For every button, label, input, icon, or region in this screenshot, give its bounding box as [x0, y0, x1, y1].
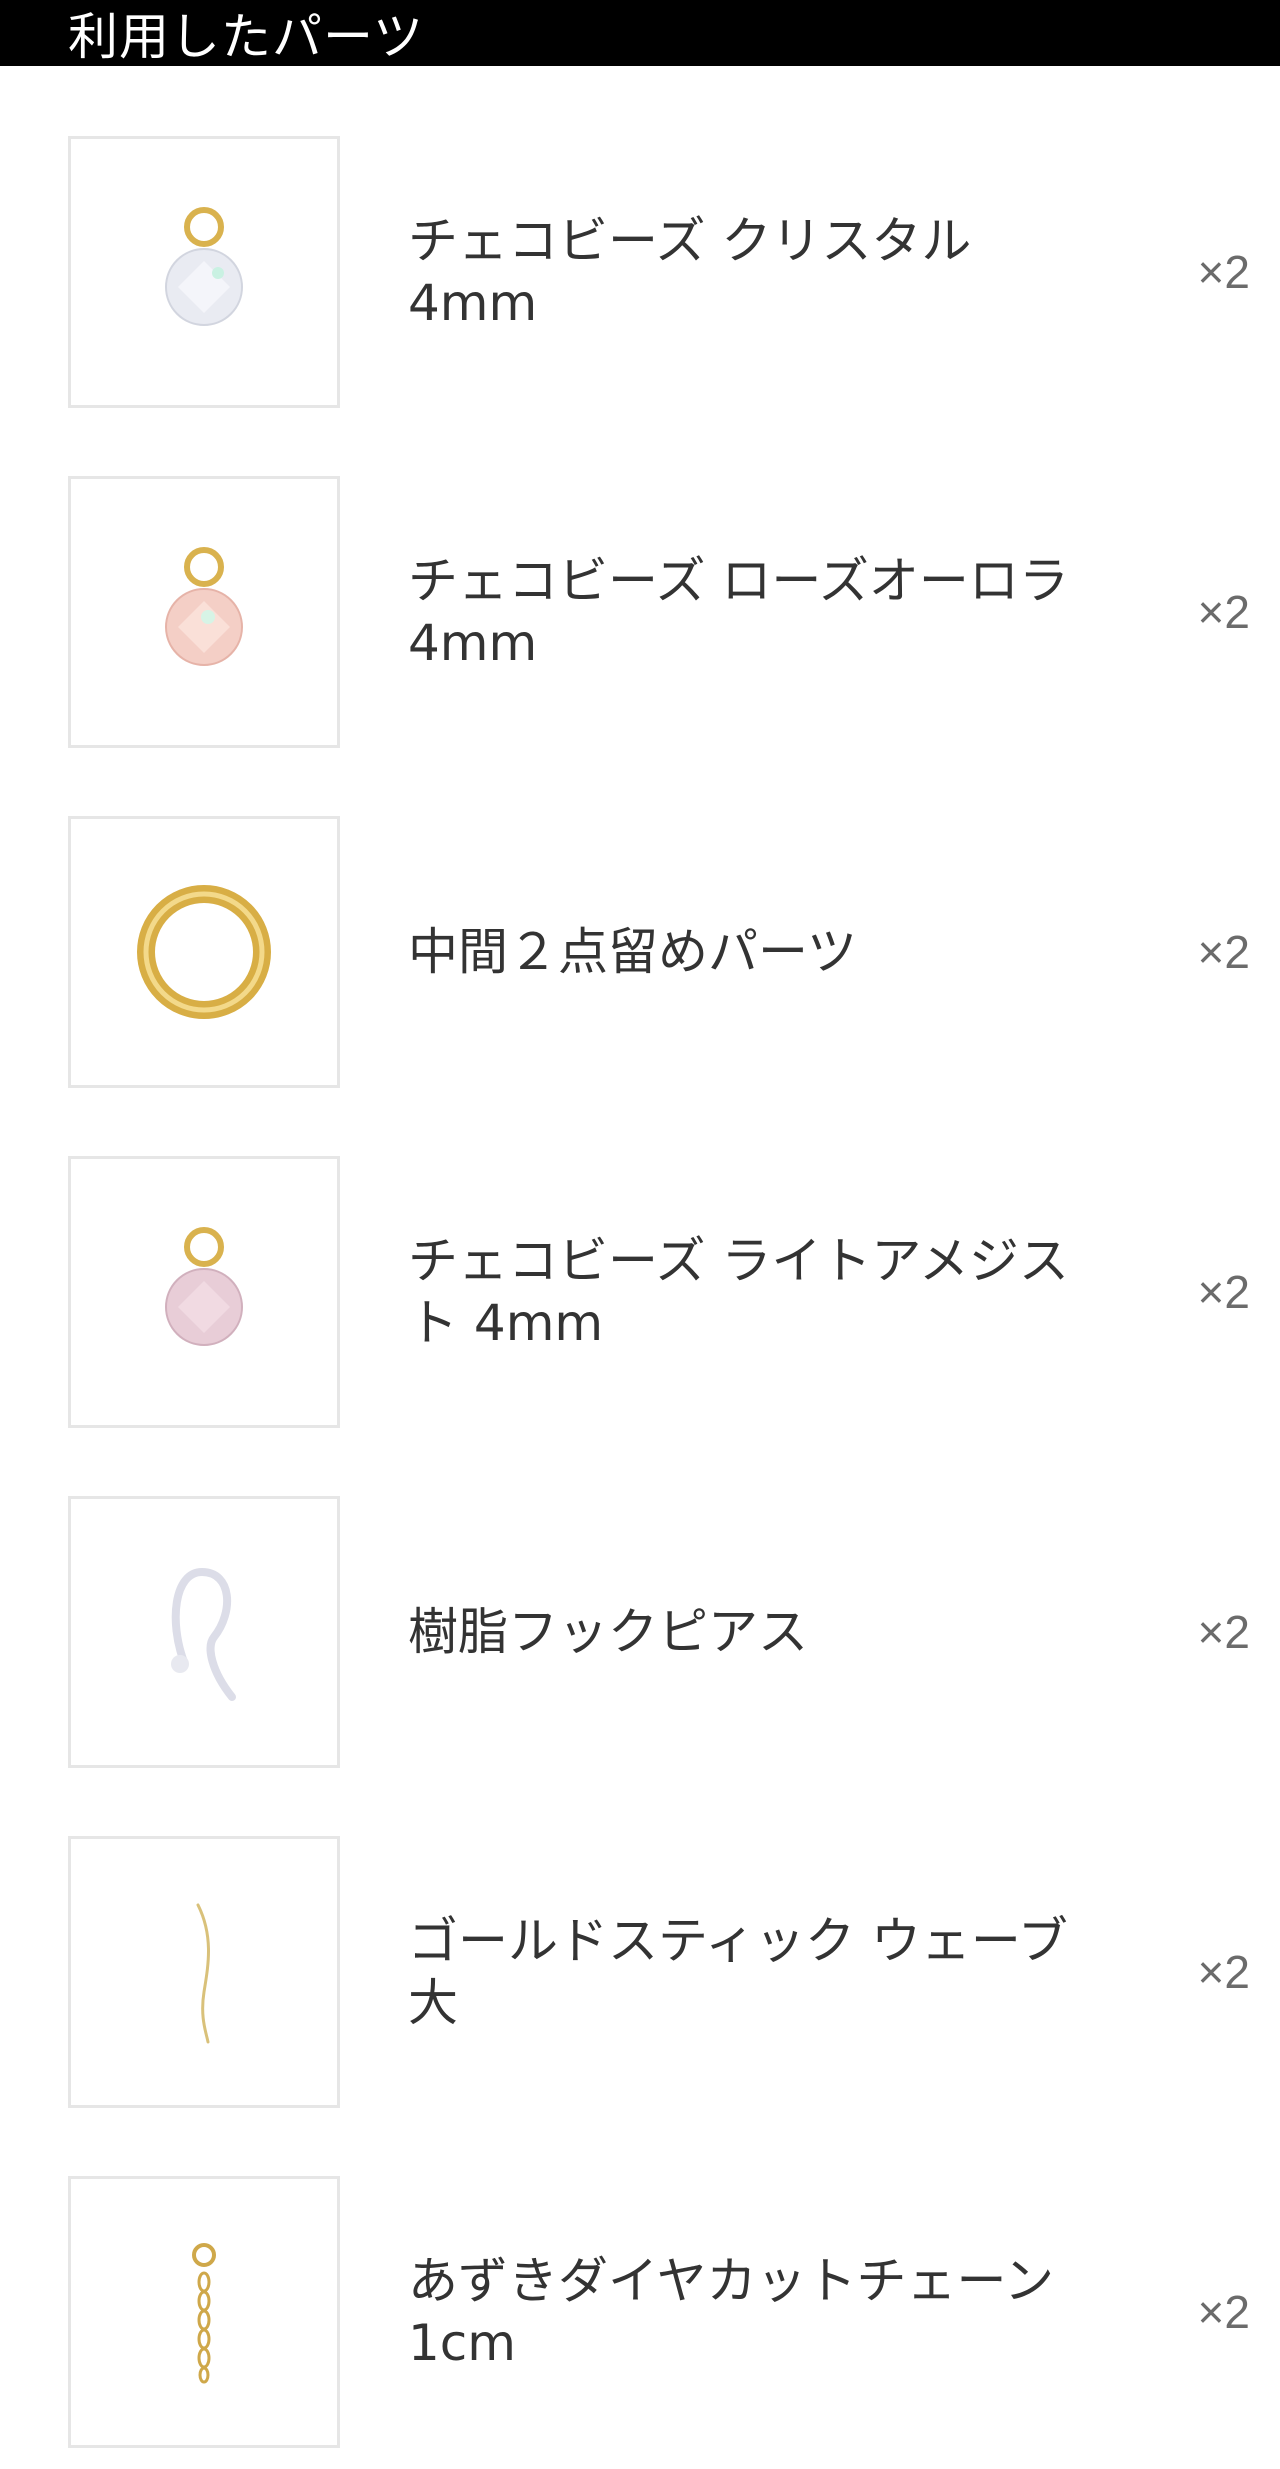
- gold-ring-icon: [137, 885, 271, 1019]
- section-title: 利用したパーツ: [68, 8, 424, 66]
- part-quantity: ×2: [1197, 1266, 1250, 1318]
- list-item[interactable]: チェコビーズ ライトアメジス ト 4mm ×2: [0, 1156, 1280, 1428]
- part-name-text: チェコビーズ ローズオーロラ 4mm: [408, 552, 1069, 672]
- part-name: あずきダイヤカットチェーン 1cm: [408, 2176, 1108, 2448]
- list-item[interactable]: ゴールドスティック ウェーブ 大 ×2: [0, 1836, 1280, 2108]
- part-thumbnail[interactable]: [68, 476, 340, 748]
- part-name: チェコビーズ ローズオーロラ 4mm: [408, 476, 1108, 748]
- part-thumbnail[interactable]: [68, 1496, 340, 1768]
- part-name-text: チェコビーズ クリスタル 4mm: [408, 212, 972, 332]
- part-quantity: ×2: [1197, 586, 1250, 638]
- part-quantity: ×2: [1197, 1946, 1250, 1998]
- gold-wave-stick-icon: [196, 1903, 210, 2044]
- list-item[interactable]: チェコビーズ クリスタル 4mm ×2: [0, 136, 1280, 408]
- list-item[interactable]: あずきダイヤカットチェーン 1cm ×2: [0, 2176, 1280, 2448]
- part-quantity: ×2: [1197, 926, 1250, 978]
- rose-aurora-bead-icon: [165, 547, 243, 666]
- part-name: チェコビーズ クリスタル 4mm: [408, 136, 1108, 408]
- crystal-bead-icon: [165, 207, 243, 326]
- part-name-text: 中間２点留めパーツ: [408, 923, 857, 981]
- section-header: 利用したパーツ: [0, 0, 1280, 66]
- part-name: ゴールドスティック ウェーブ 大: [408, 1836, 1108, 2108]
- part-name-text: あずきダイヤカットチェーン 1cm: [408, 2252, 1054, 2372]
- part-thumbnail[interactable]: [68, 816, 340, 1088]
- part-name: チェコビーズ ライトアメジス ト 4mm: [408, 1156, 1108, 1428]
- part-thumbnail[interactable]: [68, 136, 340, 408]
- list-item[interactable]: チェコビーズ ローズオーロラ 4mm ×2: [0, 476, 1280, 748]
- part-quantity: ×2: [1197, 2286, 1250, 2338]
- list-item[interactable]: 中間２点留めパーツ ×2: [0, 816, 1280, 1088]
- part-name-text: チェコビーズ ライトアメジス ト 4mm: [408, 1232, 1069, 1352]
- resin-hook-earring-icon: [171, 1567, 236, 1701]
- part-name: 中間２点留めパーツ: [408, 816, 1108, 1088]
- part-thumbnail[interactable]: [68, 2176, 340, 2448]
- part-quantity: ×2: [1197, 246, 1250, 298]
- part-quantity: ×2: [1197, 1606, 1250, 1658]
- part-thumbnail[interactable]: [68, 1836, 340, 2108]
- list-item[interactable]: 樹脂フックピアス ×2: [0, 1496, 1280, 1768]
- azuki-chain-icon: [192, 2243, 216, 2384]
- part-name-text: 樹脂フックピアス: [408, 1603, 808, 1661]
- part-thumbnail[interactable]: [68, 1156, 340, 1428]
- part-name: 樹脂フックピアス: [408, 1496, 1108, 1768]
- part-name-text: ゴールドスティック ウェーブ 大: [408, 1912, 1068, 2032]
- amethyst-bead-icon: [165, 1227, 243, 1346]
